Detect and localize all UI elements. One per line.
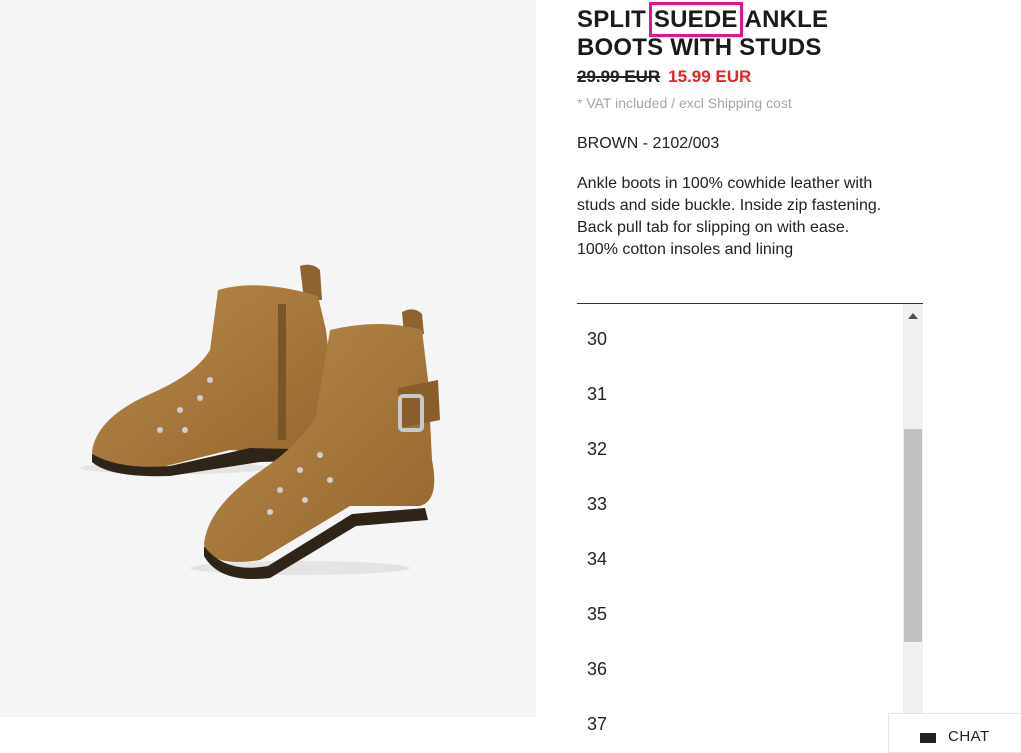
chat-button[interactable]: CHAT xyxy=(888,713,1021,753)
chat-label: CHAT xyxy=(948,728,990,745)
description-line: 100% cotton insoles and lining xyxy=(577,241,794,258)
scrollbar[interactable] xyxy=(903,304,923,742)
description-line: Back pull tab for slipping on with ease. xyxy=(577,219,850,236)
size-option-36[interactable]: 36 xyxy=(587,649,607,689)
size-option-34[interactable]: 34 xyxy=(587,539,607,579)
title-highlight: SUEDE xyxy=(648,2,743,37)
product-title: SPLIT SUEDE ANKLE BOOTS WITH STUDS xyxy=(577,2,829,61)
size-option-33[interactable]: 33 xyxy=(587,484,607,524)
old-price: 29.99 EUR xyxy=(577,67,661,86)
sale-price: 15.99 EUR xyxy=(668,67,752,86)
scrollbar-thumb[interactable] xyxy=(904,429,922,642)
chat-icon xyxy=(920,733,936,743)
price-block: 29.99 EUR 15.99 EUR xyxy=(577,67,751,87)
size-option-37[interactable]: 37 xyxy=(587,704,607,742)
size-option-32[interactable]: 32 xyxy=(587,429,607,469)
scroll-up-arrow-icon[interactable] xyxy=(908,313,918,319)
ankle-boots-photo xyxy=(80,264,440,580)
size-option-35[interactable]: 35 xyxy=(587,594,607,634)
product-image[interactable] xyxy=(0,0,536,717)
size-list[interactable]: 30 31 32 33 34 35 36 37 xyxy=(577,303,923,742)
description-line: studs and side buckle. Inside zip fasten… xyxy=(577,197,882,214)
size-option-31[interactable]: 31 xyxy=(587,374,607,414)
vat-note: * VAT included / excl Shipping cost xyxy=(577,95,792,111)
color-reference: BROWN - 2102/003 xyxy=(577,135,720,152)
product-description: Ankle boots in 100% cowhide leather with… xyxy=(577,173,922,261)
description-line: Ankle boots in 100% cowhide leather with xyxy=(577,175,873,192)
size-option-30[interactable]: 30 xyxy=(587,319,607,359)
